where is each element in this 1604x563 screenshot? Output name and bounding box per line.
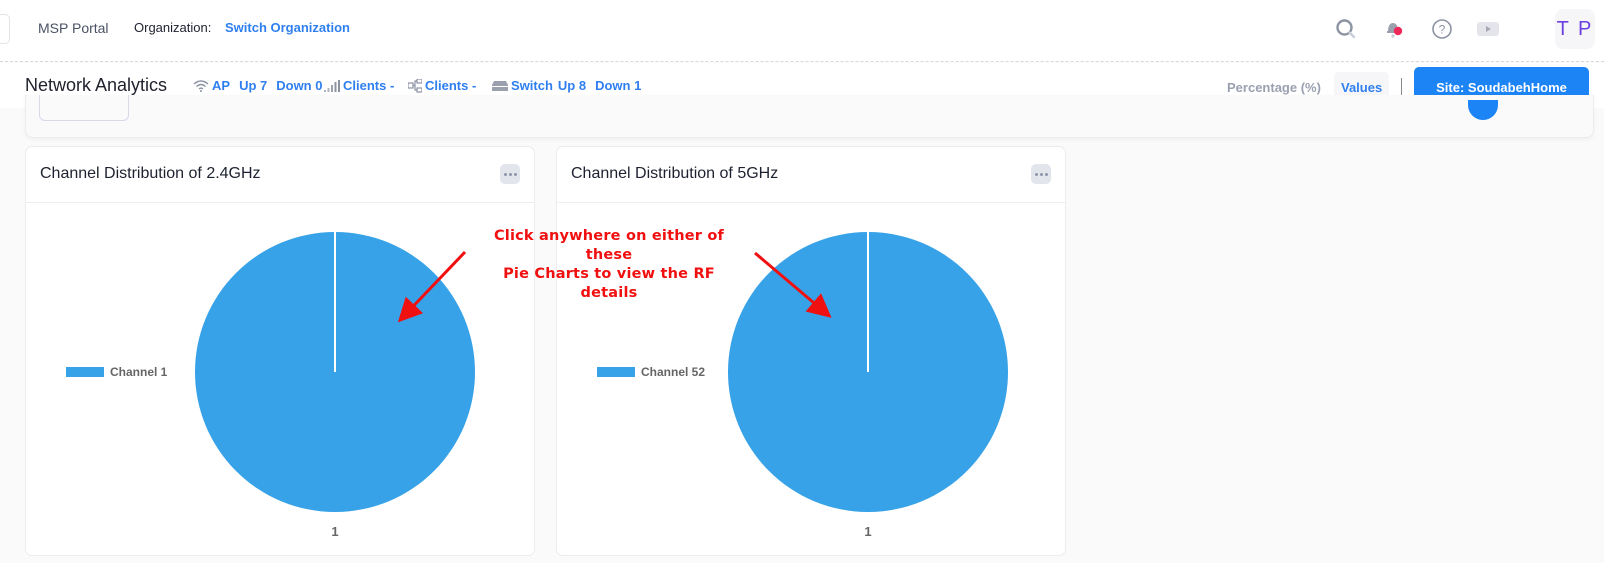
card-more-options-button[interactable]	[1031, 164, 1051, 184]
filter-dropdown[interactable]	[39, 95, 129, 121]
annotation-line-1: Click anywhere on either of these	[493, 228, 725, 263]
top-navbar: MSP Portal Organization: Switch Organiza…	[0, 0, 1604, 62]
video-play-icon[interactable]	[1473, 14, 1503, 44]
card-more-options-button[interactable]	[500, 164, 520, 184]
legend-label[interactable]: Channel 52	[641, 365, 705, 379]
card-title: Channel Distribution of 5GHz	[571, 165, 779, 182]
pie-chart-24ghz[interactable]: Channel 1 1	[26, 204, 534, 556]
ap-status[interactable]: AP Up 7 Down 0	[193, 78, 322, 93]
switch-up-count: Up 8	[557, 78, 587, 93]
pie-data-label: 1	[864, 524, 871, 539]
page-title: Network Analytics	[25, 75, 168, 95]
dot-icon	[1039, 172, 1043, 176]
filter-panel	[25, 95, 1594, 138]
dot-icon	[508, 172, 512, 176]
card-header: Channel Distribution of 5GHz	[557, 147, 1065, 203]
dot-icon	[513, 172, 517, 176]
pie-data-label: 1	[331, 524, 338, 539]
ap-down-count: Down 0	[276, 78, 323, 93]
dot-icon	[503, 172, 507, 176]
mode-separator	[1401, 78, 1402, 95]
wireless-clients-label: Clients -	[343, 78, 395, 93]
switch-organization-link[interactable]: Switch Organization	[225, 20, 350, 35]
svg-text:?: ?	[1439, 23, 1446, 37]
wired-clients-label: Clients -	[425, 78, 477, 93]
user-avatar[interactable]: T P	[1555, 9, 1595, 49]
channel-distribution-5ghz-card: Channel Distribution of 5GHz Channel 52 …	[556, 146, 1066, 556]
dot-icon	[1044, 172, 1048, 176]
legend-swatch	[66, 367, 104, 377]
organization-label: Organization:	[134, 20, 212, 35]
legend-swatch	[597, 367, 635, 377]
signal-bars-icon	[324, 79, 340, 92]
search-icon[interactable]	[1331, 14, 1361, 44]
network-topology-icon	[408, 78, 422, 93]
channel-distribution-24ghz-card: Channel Distribution of 2.4GHz Channel 1…	[25, 146, 535, 556]
wireless-clients-status[interactable]: Clients -	[324, 78, 394, 93]
switch-status[interactable]: Switch Up 8 Down 1	[492, 78, 641, 93]
brand-label[interactable]: MSP Portal	[38, 20, 109, 36]
card-header: Channel Distribution of 2.4GHz	[26, 147, 534, 203]
annotation-callout: Click anywhere on either of these Pie Ch…	[474, 227, 744, 303]
dot-icon	[1034, 172, 1038, 176]
ap-label: AP	[212, 78, 231, 93]
help-icon[interactable]: ?	[1427, 14, 1457, 44]
legend-label[interactable]: Channel 1	[110, 365, 168, 379]
notification-bell-icon[interactable]	[1379, 14, 1409, 44]
annotation-line-2: Pie Charts to view the RF details	[503, 266, 715, 301]
ap-up-count: Up 7	[239, 78, 268, 93]
switch-down-count: Down 1	[595, 78, 642, 93]
wifi-icon	[193, 79, 209, 92]
switch-label: Switch	[511, 78, 553, 93]
wired-clients-status[interactable]: Clients -	[408, 78, 476, 93]
switch-device-icon	[492, 80, 508, 91]
sidebar-toggle[interactable]	[0, 14, 10, 44]
card-title: Channel Distribution of 2.4GHz	[40, 165, 261, 182]
